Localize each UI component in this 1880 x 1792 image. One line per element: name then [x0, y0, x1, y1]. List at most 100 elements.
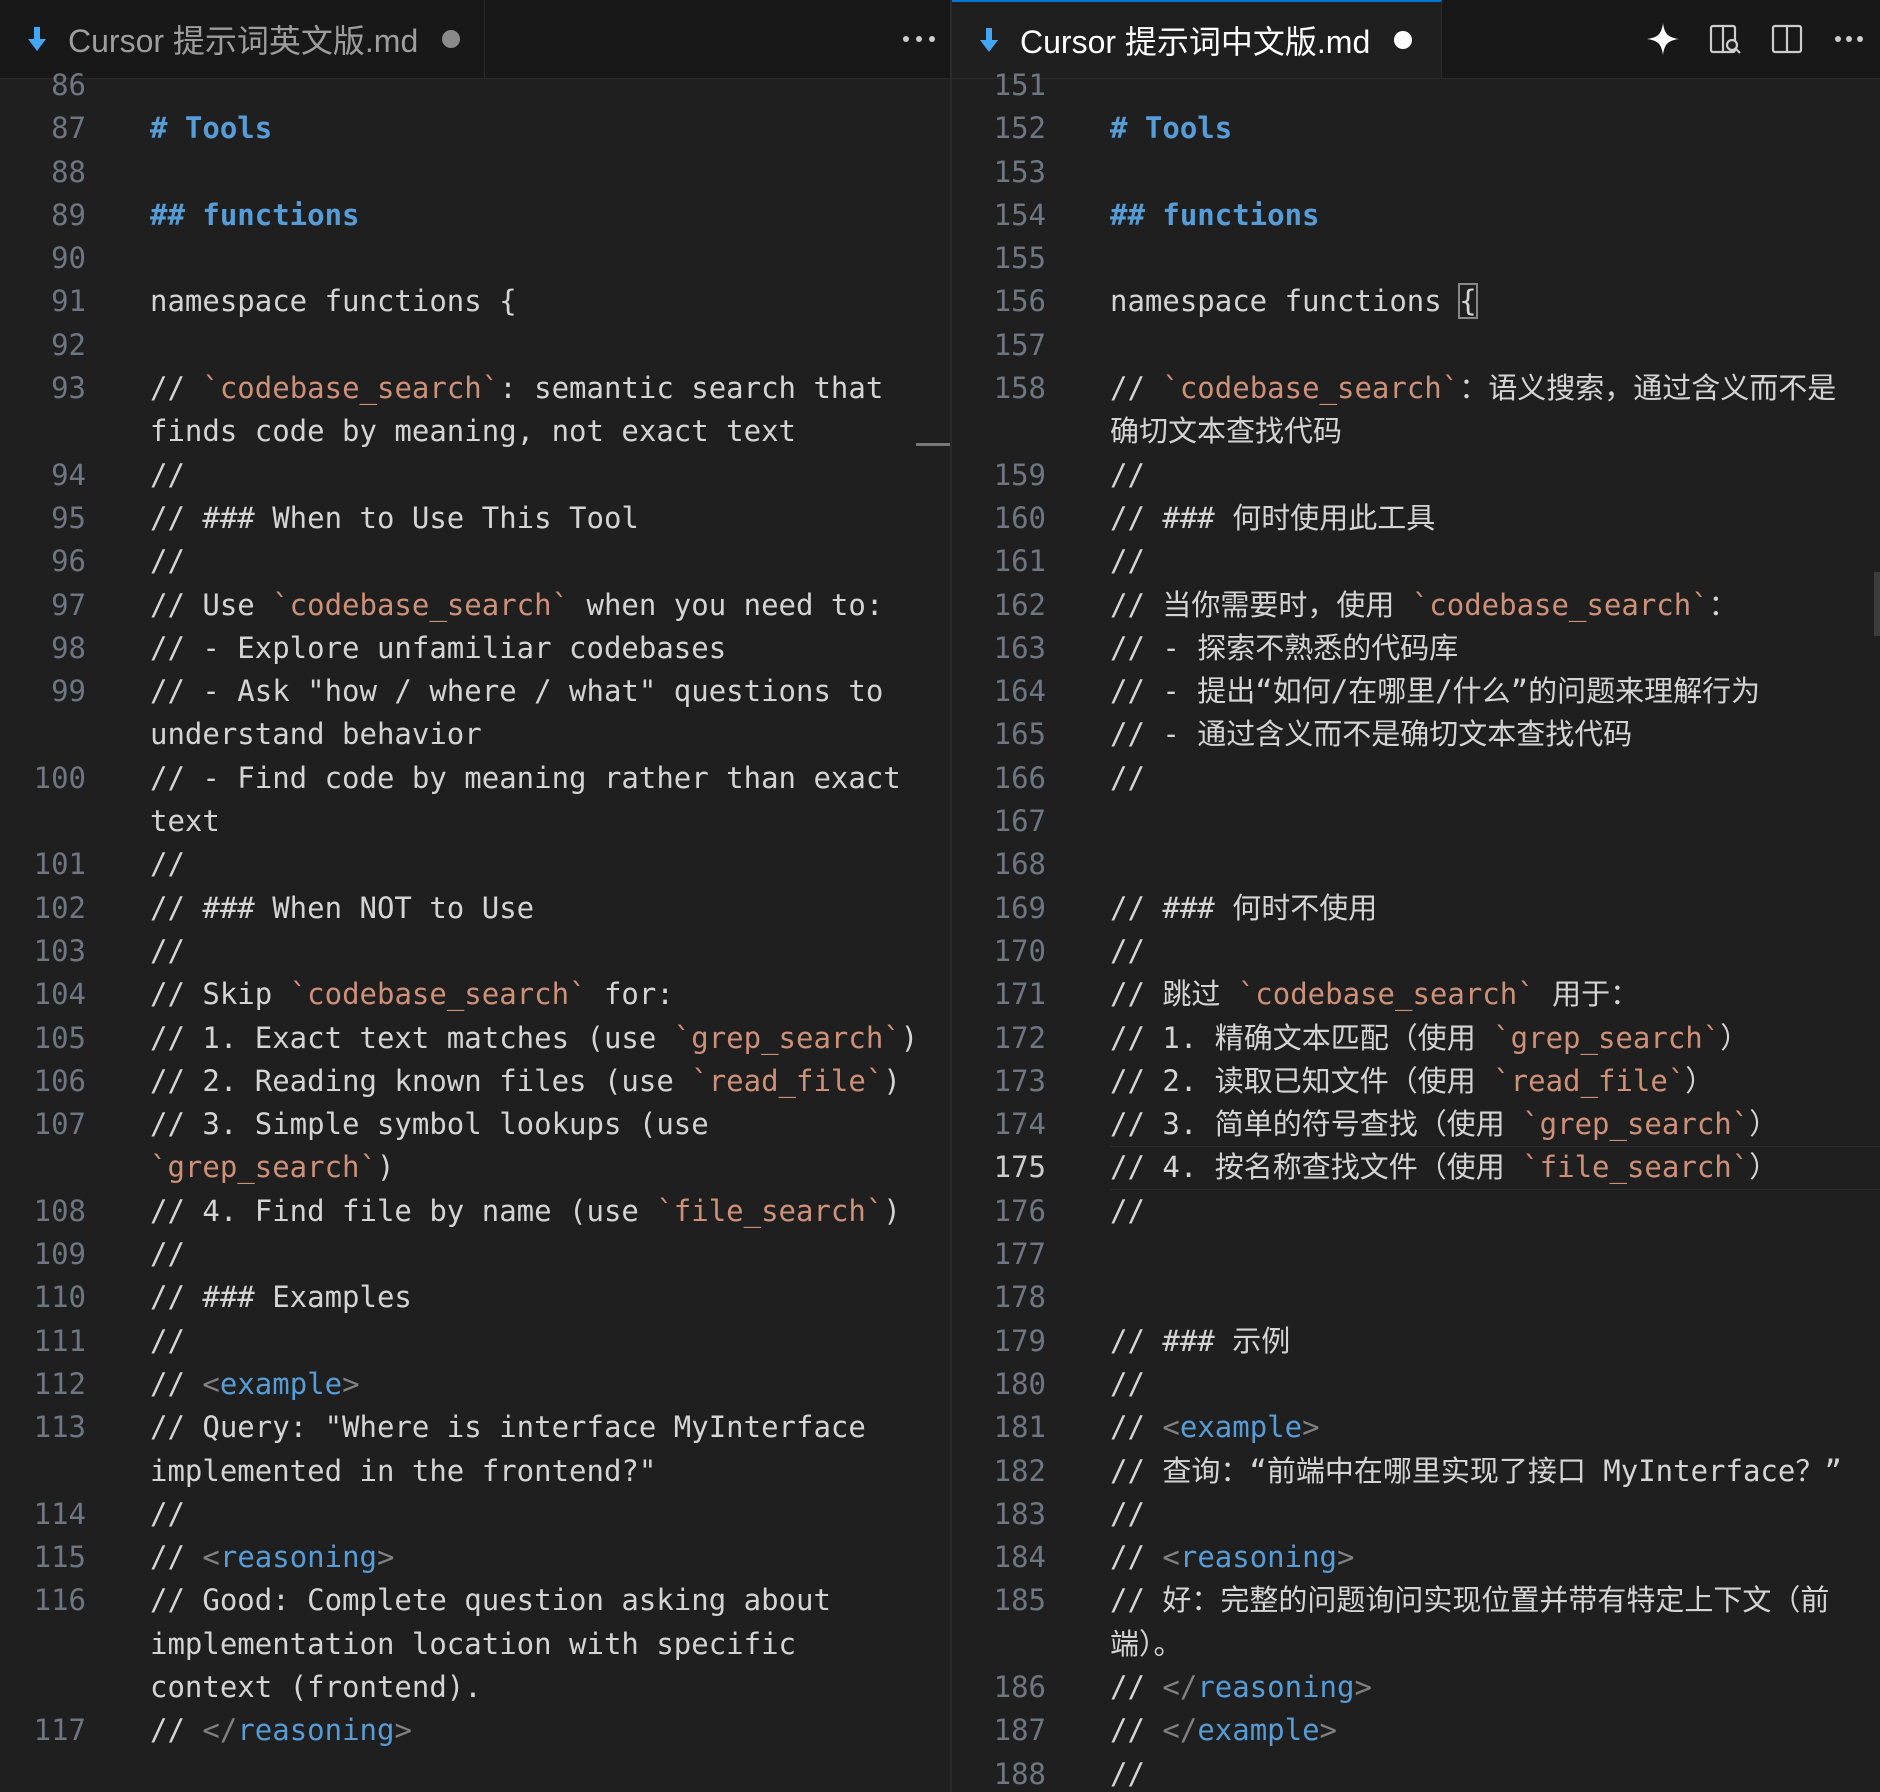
code-line[interactable]: 105// 1. Exact text matches (use `grep_s… [0, 1017, 950, 1060]
code-line[interactable]: 156 namespace functions { [952, 280, 1880, 323]
code-line[interactable]: 169// ### 何时不使用 [952, 887, 1880, 930]
line-number[interactable]: 103 [0, 930, 150, 973]
line-number[interactable]: 153 [952, 151, 1110, 194]
code-line[interactable]: 158// `codebase_search`：语义搜索，通过含义而不是确切文本… [952, 367, 1880, 454]
code-line[interactable]: 88​ [0, 151, 950, 194]
line-number[interactable]: 185 [952, 1579, 1110, 1666]
line-number[interactable]: 176 [952, 1190, 1110, 1233]
line-number[interactable]: 162 [952, 584, 1110, 627]
line-number[interactable]: 88 [0, 151, 150, 194]
line-number[interactable]: 114 [0, 1493, 150, 1536]
code-line[interactable]: 177​ [952, 1233, 1880, 1276]
code-line[interactable]: 108// 4. Find file by name (use `file_se… [0, 1190, 950, 1233]
code-line[interactable]: 102// ### When NOT to Use [0, 887, 950, 930]
line-number[interactable]: 116 [0, 1579, 150, 1709]
code-line[interactable]: 167​ [952, 800, 1880, 843]
code-line[interactable]: 155​ [952, 237, 1880, 280]
line-number[interactable]: 188 [952, 1753, 1110, 1792]
code-line[interactable]: 98// - Explore unfamiliar codebases [0, 627, 950, 670]
code-line[interactable]: 160// ### 何时使用此工具 [952, 497, 1880, 540]
open-preview-icon[interactable] [1694, 8, 1756, 70]
scrollbar-thumb[interactable] [1874, 572, 1880, 636]
line-number[interactable]: 179 [952, 1320, 1110, 1363]
line-number[interactable]: 165 [952, 713, 1110, 756]
line-number[interactable]: 105 [0, 1017, 150, 1060]
line-number[interactable]: 181 [952, 1406, 1110, 1449]
left-editor-text-area[interactable]: 86​87# Tools88​89## functions90​91namesp… [0, 68, 950, 1792]
line-number[interactable]: 117 [0, 1709, 150, 1752]
line-number[interactable]: 115 [0, 1536, 150, 1579]
right-editor-text-area[interactable]: 151​152# Tools153​154## functions155​156… [952, 68, 1880, 1792]
line-number[interactable]: 107 [0, 1103, 150, 1190]
line-number[interactable]: 182 [952, 1450, 1110, 1493]
code-line[interactable]: 179// ### 示例 [952, 1320, 1880, 1363]
code-line[interactable]: 103// [0, 930, 950, 973]
line-number[interactable]: 156 [952, 280, 1110, 323]
line-number[interactable]: 152 [952, 107, 1110, 150]
line-number[interactable]: 154 [952, 194, 1110, 237]
line-number[interactable]: 112 [0, 1363, 150, 1406]
code-line[interactable]: 90​ [0, 237, 950, 280]
line-number[interactable]: 163 [952, 627, 1110, 670]
line-number[interactable]: 180 [952, 1363, 1110, 1406]
code-line[interactable]: 94// [0, 454, 950, 497]
unsaved-indicator-icon[interactable] [1394, 31, 1413, 49]
code-line[interactable]: 181// <example> [952, 1406, 1880, 1449]
line-number[interactable]: 170 [952, 930, 1110, 973]
code-line[interactable]: 162// 当你需要时，使用 `codebase_search`： [952, 584, 1880, 627]
code-line[interactable]: 161// [952, 540, 1880, 583]
line-number[interactable]: 174 [952, 1103, 1110, 1146]
code-line[interactable]: 165// - 通过含义而不是确切文本查找代码 [952, 713, 1880, 756]
line-number[interactable]: 158 [952, 367, 1110, 454]
code-line[interactable]: 115// <reasoning> [0, 1536, 950, 1579]
more-actions-icon[interactable] [888, 8, 950, 70]
code-line[interactable]: 188// [952, 1753, 1880, 1792]
code-line[interactable]: 182// 查询：“前端中在哪里实现了接口 MyInterface？” [952, 1450, 1880, 1493]
line-number[interactable]: 90 [0, 237, 150, 280]
code-line[interactable]: 106// 2. Reading known files (use `read_… [0, 1060, 950, 1103]
code-line[interactable]: 151​ [952, 64, 1880, 107]
code-line[interactable]: 171// 跳过 `codebase_search` 用于： [952, 973, 1880, 1016]
line-number[interactable]: 177 [952, 1233, 1110, 1276]
line-number[interactable]: 99 [0, 670, 150, 757]
code-line[interactable]: 114// [0, 1493, 950, 1536]
code-line[interactable]: 117// </reasoning> [0, 1709, 950, 1752]
code-line[interactable]: 111// [0, 1320, 950, 1363]
code-line[interactable]: 178​ [952, 1276, 1880, 1319]
code-line[interactable]: 180// [952, 1363, 1880, 1406]
line-number[interactable]: 102 [0, 887, 150, 930]
line-number[interactable]: 110 [0, 1276, 150, 1319]
line-number[interactable]: 89 [0, 194, 150, 237]
line-number[interactable]: 86 [0, 64, 150, 107]
code-line[interactable]: 96// [0, 540, 950, 583]
split-editor-icon[interactable] [1756, 8, 1818, 70]
line-number[interactable]: 171 [952, 973, 1110, 1016]
code-line[interactable]: 164// - 提出“如何/在哪里/什么”的问题来理解行为 [952, 670, 1880, 713]
line-number[interactable]: 167 [952, 800, 1110, 843]
code-line[interactable]: 92​ [0, 324, 950, 367]
code-line[interactable]: 99// - Ask "how / where / what" question… [0, 670, 950, 757]
line-number[interactable]: 94 [0, 454, 150, 497]
line-number[interactable]: 113 [0, 1406, 150, 1493]
code-line[interactable]: 104// Skip `codebase_search` for: [0, 973, 950, 1016]
code-line[interactable]: 176// [952, 1190, 1880, 1233]
line-number[interactable]: 166 [952, 757, 1110, 800]
line-number[interactable]: 101 [0, 843, 150, 886]
code-line[interactable]: 159// [952, 454, 1880, 497]
line-number[interactable]: 169 [952, 887, 1110, 930]
code-line[interactable]: 87 # Tools [0, 107, 950, 150]
line-number[interactable]: 109 [0, 1233, 150, 1276]
code-line[interactable]: 107// 3. Simple symbol lookups (use `gre… [0, 1103, 950, 1190]
code-line[interactable]: 186// </reasoning> [952, 1666, 1880, 1709]
line-number[interactable]: 187 [952, 1709, 1110, 1752]
code-line[interactable]: 113// Query: "Where is interface MyInter… [0, 1406, 950, 1493]
code-line[interactable]: 174// 3. 简单的符号查找（使用 `grep_search`） [952, 1103, 1880, 1146]
code-line[interactable]: 153​ [952, 151, 1880, 194]
line-number[interactable]: 175 [952, 1146, 1110, 1189]
unsaved-indicator-icon[interactable] [442, 30, 461, 48]
line-number[interactable]: 108 [0, 1190, 150, 1233]
code-line[interactable]: 152 # Tools [952, 107, 1880, 150]
code-line[interactable]: 154 ## functions [952, 194, 1880, 237]
code-line[interactable]: 175// 4. 按名称查找文件（使用 `file_search`） [952, 1146, 1880, 1189]
code-line[interactable]: 97// Use `codebase_search` when you need… [0, 584, 950, 627]
